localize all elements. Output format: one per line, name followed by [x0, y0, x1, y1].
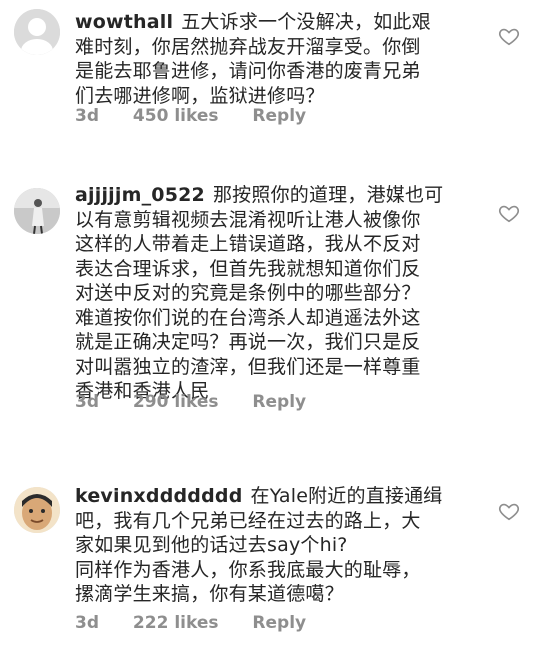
like-heart-icon[interactable] — [498, 202, 520, 224]
comment-body: ajjjjjm_0522 那按照你的道理，港媒也可 以有意剪辑视频去混淆视听让港人… — [75, 183, 475, 404]
comment-time: 3d — [75, 613, 99, 633]
comment-time: 3d — [75, 392, 99, 412]
like-heart-icon[interactable] — [498, 25, 520, 47]
photo-avatar-icon — [14, 487, 60, 533]
comment-username[interactable]: ajjjjjm_0522 — [75, 184, 205, 206]
reply-button[interactable]: Reply — [252, 392, 306, 412]
reply-button[interactable]: Reply — [252, 613, 306, 633]
comment-body: wowthall 五大诉求一个没解决，如此艰 难时刻，你居然抛弃战友开溜享受。你倒… — [75, 10, 475, 108]
default-avatar-icon — [14, 9, 60, 55]
avatar[interactable] — [14, 188, 60, 234]
comment-body: kevinxddddddd 在Yale附近的直接通缉 吧，我有几个兄弟已经在过去的… — [75, 484, 475, 607]
comment-username[interactable]: wowthall — [75, 11, 173, 33]
comment-meta: 3d 222 likes Reply — [75, 613, 334, 633]
comment-username[interactable]: kevinxddddddd — [75, 485, 243, 507]
comment-time: 3d — [75, 106, 99, 126]
like-heart-icon[interactable] — [498, 500, 520, 522]
comment-likes[interactable]: 222 likes — [133, 613, 219, 633]
comment-meta: 3d 290 likes Reply — [75, 392, 334, 412]
comment-meta: 3d 450 likes Reply — [75, 106, 334, 126]
avatar[interactable] — [14, 9, 60, 55]
avatar[interactable] — [14, 487, 60, 533]
photo-avatar-icon — [14, 188, 60, 234]
reply-button[interactable]: Reply — [252, 106, 306, 126]
comment-likes[interactable]: 290 likes — [133, 392, 219, 412]
comment-text: 那按照你的道理，港媒也可 以有意剪辑视频去混淆视听让港人被像你 这样的人带着走上… — [75, 184, 444, 402]
comment-likes[interactable]: 450 likes — [133, 106, 219, 126]
